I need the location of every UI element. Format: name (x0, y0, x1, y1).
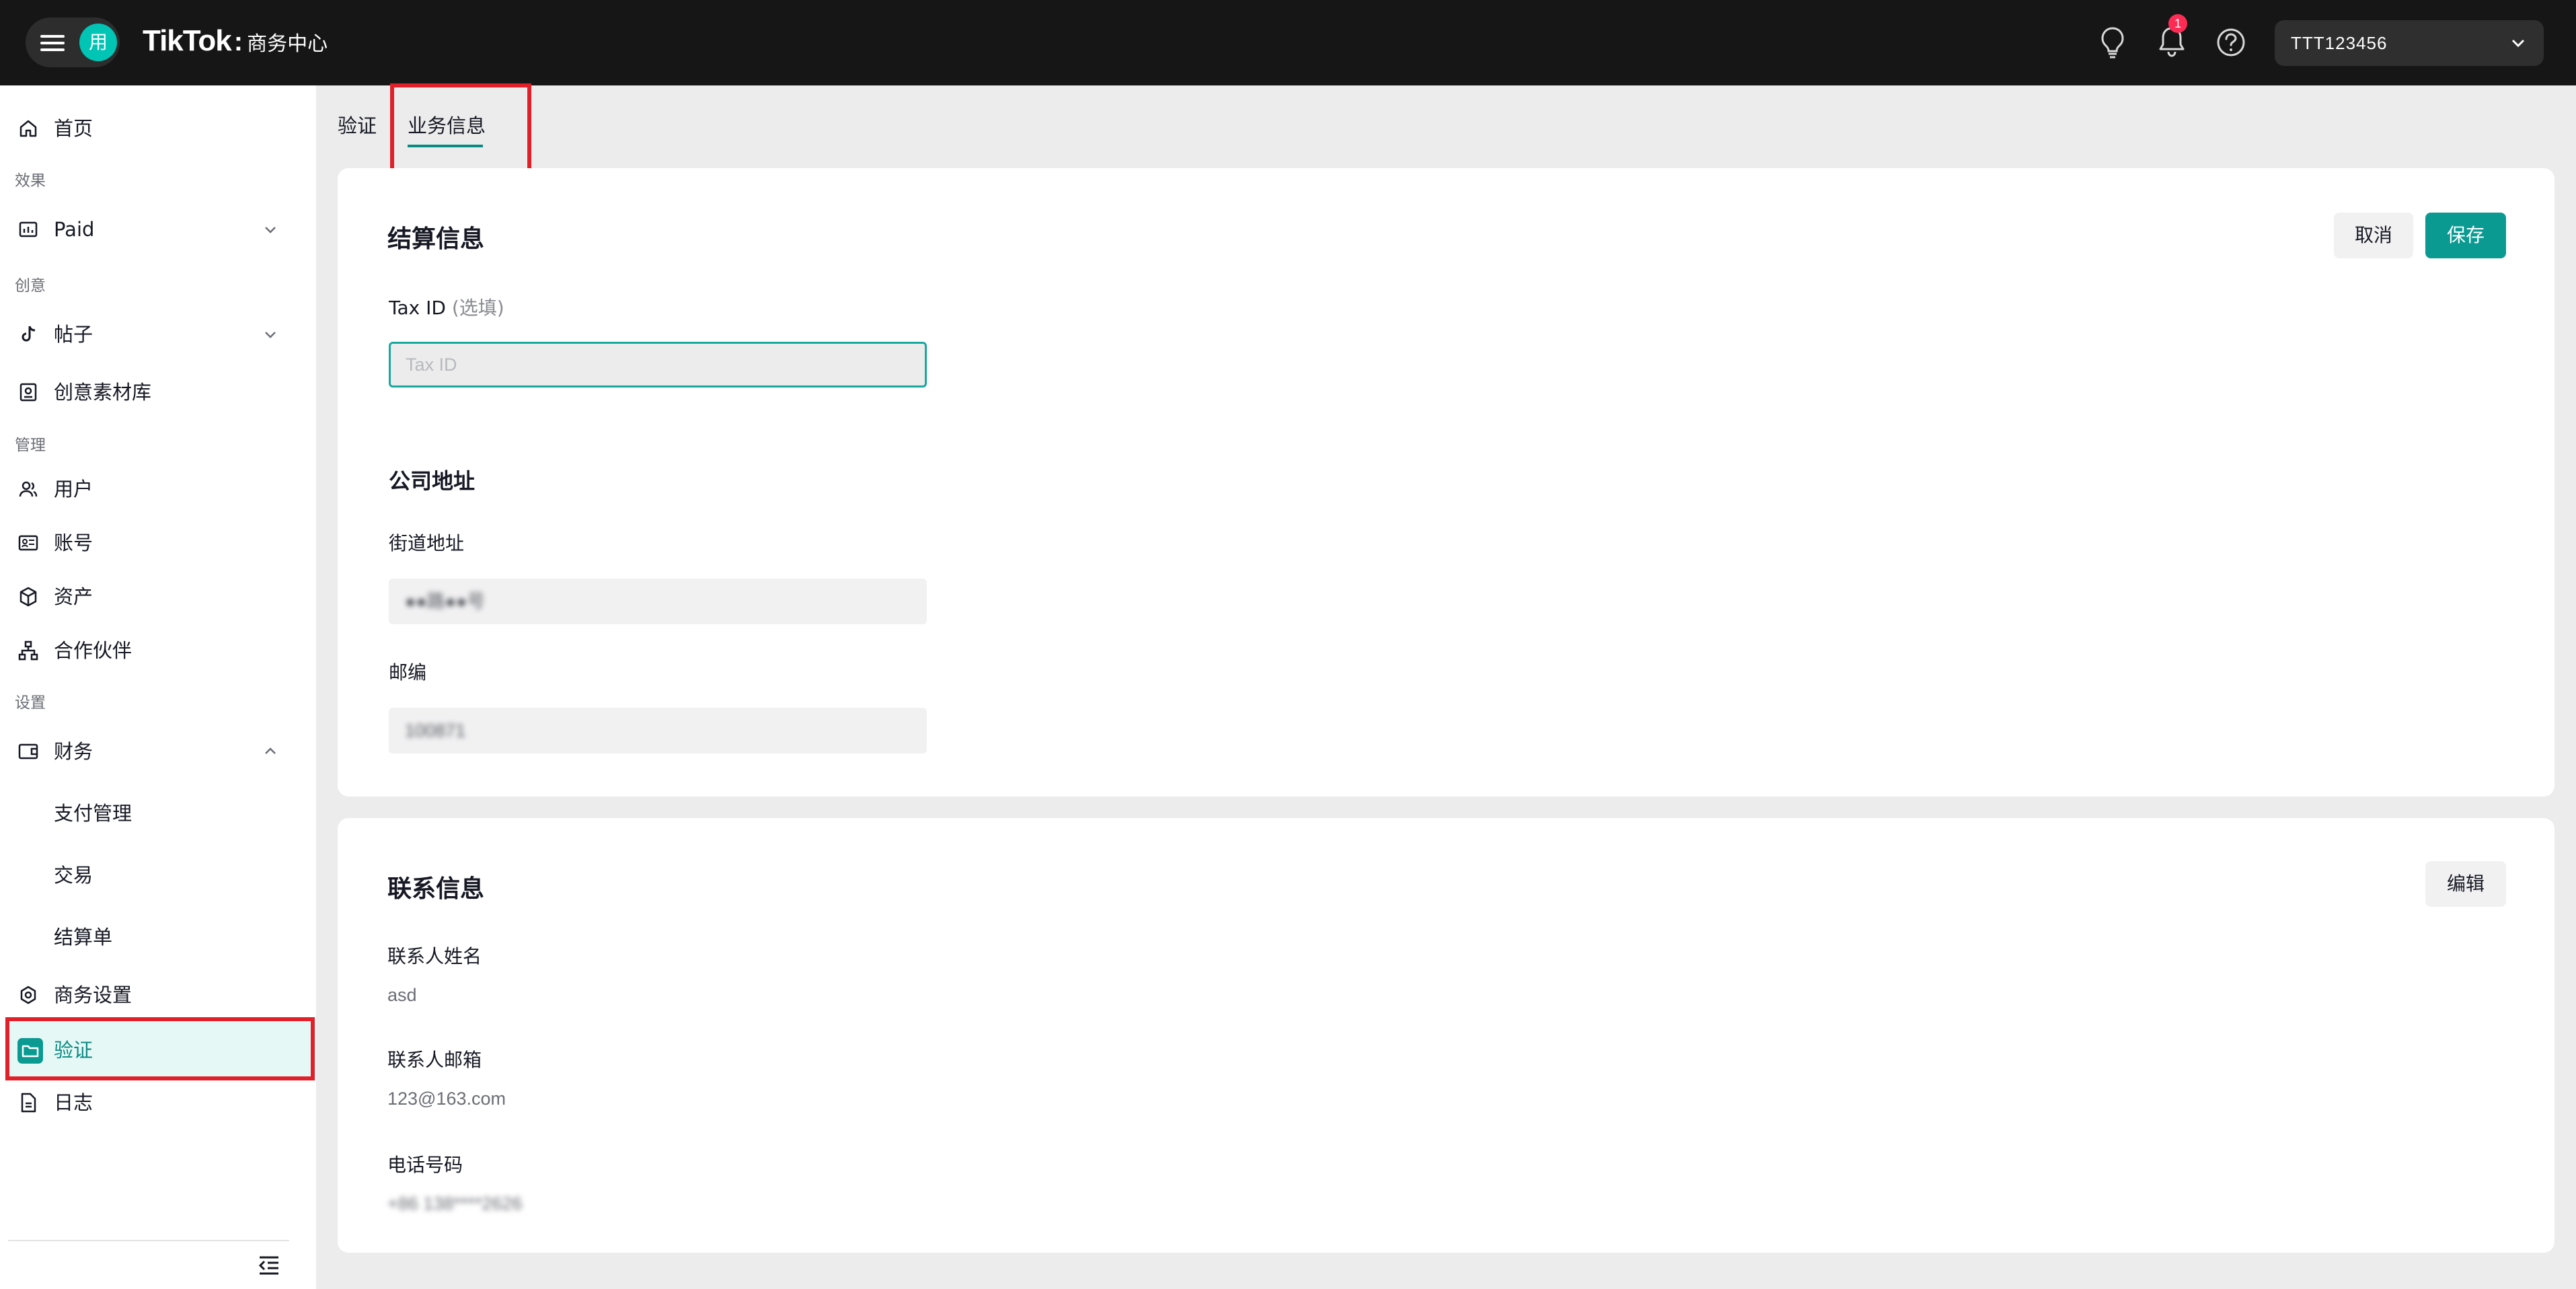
zip-code-label: 邮编 (389, 661, 427, 684)
company-address-title: 公司地址 (389, 468, 476, 494)
home-icon (20, 120, 37, 137)
sidebar-item-label: 合作伙伴 (54, 639, 132, 662)
billing-title: 结算信息 (387, 225, 485, 253)
cancel-button[interactable]: 取消 (2334, 213, 2413, 258)
sidebar-item-finance[interactable]: 财务 (0, 725, 316, 778)
phone-value: +86 138****2626 (387, 1193, 523, 1214)
contact-email-value: 123@163.com (387, 1089, 506, 1109)
wallet-icon (18, 743, 38, 760)
zip-code-value: 100871 (405, 721, 466, 741)
contact-name-value: asd (387, 985, 417, 1005)
section-effect: 效果 (15, 172, 46, 190)
logo-word: TikTok (143, 24, 232, 57)
sidebar-item-label: 结算单 (54, 926, 113, 949)
section-manage: 管理 (15, 437, 46, 454)
sidebar: 首页 效果 Paid 创意 帖子 创意素材库 管理 用户 账号 资产 合作伙伴 … (0, 85, 316, 1289)
menu-icon[interactable] (40, 35, 65, 51)
street-address-value: ●●路●●号 (405, 591, 486, 612)
sidebar-item-business-settings[interactable]: 商务设置 (0, 968, 316, 1022)
sidebar-item-label: 帖子 (54, 323, 93, 346)
menu-pill[interactable]: 用 (26, 17, 120, 67)
highlight-box-verification (5, 1017, 315, 1080)
notification-badge: 1 (2168, 14, 2187, 33)
sidebar-item-label: 资产 (54, 585, 93, 608)
chevron-down-icon (265, 227, 276, 233)
edit-button[interactable]: 编辑 (2425, 861, 2506, 907)
chevron-down-icon (2511, 39, 2525, 48)
sidebar-item-posts[interactable]: 帖子 (0, 307, 316, 361)
sidebar-item-users[interactable]: 用户 (0, 462, 316, 516)
contact-name-label: 联系人姓名 (387, 945, 482, 967)
contact-email-label: 联系人邮箱 (387, 1049, 482, 1071)
cube-icon (20, 587, 37, 607)
street-address-field[interactable]: ●●路●●号 (389, 579, 927, 624)
logo-subtitle: 商务中心 (247, 32, 328, 56)
sidebar-item-creative-library[interactable]: 创意素材库 (0, 365, 316, 419)
section-creative: 创意 (15, 277, 46, 295)
sidebar-item-home[interactable]: 首页 (0, 102, 316, 155)
logo-colon: : (233, 27, 243, 57)
contact-title: 联系信息 (387, 875, 485, 903)
collapse-sidebar-icon[interactable] (257, 1253, 281, 1278)
contact-card: 联系信息 编辑 联系人姓名 asd 联系人邮箱 123@163.com 电话号码… (338, 818, 2554, 1253)
street-address-label: 街道地址 (389, 532, 465, 554)
optional-hint: (选填) (451, 297, 504, 319)
sidebar-item-payment-management[interactable]: 支付管理 (0, 786, 316, 840)
save-button[interactable]: 保存 (2425, 213, 2506, 258)
sidebar-item-label: 商务设置 (54, 984, 132, 1006)
sidebar-item-label: Paid (54, 218, 95, 241)
sidebar-item-paid[interactable]: Paid (0, 202, 316, 256)
sidebar-item-label: 交易 (54, 864, 93, 887)
tiktok-logo[interactable]: TikTok : 商务中心 (143, 24, 328, 62)
sidebar-item-label: 财务 (54, 740, 93, 763)
sidebar-item-label: 账号 (54, 531, 93, 554)
lightbulb-icon[interactable] (2092, 22, 2133, 63)
tiktok-note-icon (22, 326, 36, 342)
chevron-up-icon (265, 747, 276, 754)
sidebar-item-accounts[interactable]: 账号 (0, 516, 316, 570)
document-icon (21, 1093, 36, 1113)
sidebar-item-label: 首页 (54, 117, 93, 140)
phone-label: 电话号码 (387, 1154, 463, 1176)
tab-bar: 验证 业务信息 (316, 85, 2576, 166)
tax-id-input[interactable] (389, 342, 927, 388)
sidebar-item-label: 支付管理 (54, 802, 132, 825)
sidebar-item-statements[interactable]: 结算单 (0, 910, 316, 964)
account-name: TTT123456 (2291, 33, 2388, 53)
sidebar-divider (8, 1240, 289, 1241)
settings-icon (20, 986, 36, 1004)
sidebar-item-label: 创意素材库 (54, 381, 152, 404)
sidebar-item-logs[interactable]: 日志 (0, 1076, 316, 1130)
tab-verification[interactable]: 验证 (338, 85, 377, 166)
help-icon[interactable] (2210, 22, 2252, 63)
sidebar-item-label: 用户 (54, 478, 93, 501)
billing-card: 结算信息 取消 保存 Tax ID (选填) 公司地址 街道地址 ●●路●●号 … (338, 168, 2554, 797)
sidebar-item-transactions[interactable]: 交易 (0, 848, 316, 902)
highlight-box-business-info (390, 83, 531, 174)
org-chart-icon (18, 640, 38, 661)
zip-code-field[interactable]: 100871 (389, 708, 927, 753)
chevron-down-icon (265, 332, 276, 338)
users-icon (19, 481, 38, 497)
app-avatar[interactable]: 用 (79, 24, 117, 61)
id-card-icon (18, 535, 38, 551)
sidebar-item-assets[interactable]: 资产 (0, 570, 316, 624)
library-icon (20, 383, 37, 402)
tax-id-label-text: Tax ID (389, 297, 446, 319)
tax-id-label: Tax ID (选填) (389, 293, 504, 320)
account-switcher[interactable]: TTT123456 (2275, 20, 2544, 66)
section-settings: 设置 (15, 694, 46, 712)
chart-icon (19, 221, 38, 237)
top-bar: 用 TikTok : 商务中心 1 TTT123456 (0, 0, 2576, 85)
sidebar-item-partners[interactable]: 合作伙伴 (0, 624, 316, 677)
sidebar-item-label: 日志 (54, 1091, 93, 1114)
